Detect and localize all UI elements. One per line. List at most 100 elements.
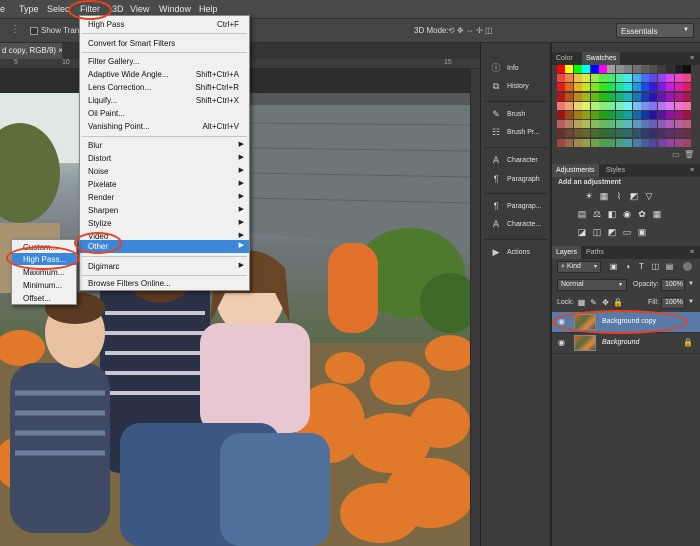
swatch[interactable] — [573, 138, 582, 147]
swatch[interactable] — [565, 138, 574, 147]
swatch[interactable] — [607, 83, 616, 92]
submenu-item-high-pass[interactable]: High Pass... — [12, 253, 76, 265]
swatch[interactable] — [599, 83, 607, 92]
swatch[interactable] — [565, 65, 574, 73]
swatch[interactable] — [582, 120, 591, 129]
swatch[interactable] — [557, 65, 565, 73]
swatch[interactable] — [641, 74, 649, 83]
swatch[interactable] — [582, 138, 591, 147]
swatch[interactable] — [590, 92, 599, 101]
filter-shape-icon[interactable]: ◫ — [651, 262, 660, 271]
trash-icon[interactable]: 🗑 — [684, 150, 694, 159]
swatch[interactable] — [599, 111, 607, 119]
eye-icon[interactable]: ◉ — [558, 318, 568, 326]
swatch[interactable] — [582, 92, 591, 101]
filter-menu-item-oil-paint[interactable]: Oil Paint... — [80, 107, 249, 120]
swatch[interactable] — [641, 129, 649, 138]
swatch[interactable] — [607, 65, 616, 73]
swatch[interactable] — [615, 92, 624, 101]
levels-icon[interactable]: ▦ — [599, 191, 609, 201]
menu-window[interactable]: Window — [159, 4, 191, 14]
swatch[interactable] — [649, 129, 658, 138]
swatch[interactable] — [674, 129, 683, 138]
swatch[interactable] — [565, 111, 574, 119]
submenu-item-custom[interactable]: Custom... — [12, 241, 76, 253]
filter-menu-item-liquify[interactable]: Liquify... Shift+Ctrl+X — [80, 94, 249, 107]
swatch[interactable] — [615, 129, 624, 138]
swatch[interactable] — [641, 111, 649, 119]
swatch[interactable] — [607, 138, 616, 147]
swatch[interactable] — [557, 111, 565, 119]
swatch[interactable] — [683, 101, 691, 110]
tab-swatches[interactable]: Swatches — [582, 52, 621, 65]
brightness-contrast-icon[interactable]: ☀ — [584, 191, 594, 201]
vibrance-icon[interactable]: ▽ — [644, 191, 654, 201]
dock-brush-presets-button[interactable]: ☷ Brush Pr... — [485, 124, 549, 142]
swatch[interactable] — [573, 74, 582, 83]
swatch[interactable] — [615, 74, 624, 83]
lock-image-icon[interactable]: ✎ — [589, 298, 598, 307]
filter-smart-object-icon[interactable]: ▤ — [665, 262, 674, 271]
panel-menu-icon[interactable]: ≡ — [688, 164, 696, 177]
posterize-icon[interactable]: ◫ — [592, 227, 602, 237]
swatch[interactable] — [674, 111, 683, 119]
swatch[interactable] — [624, 138, 633, 147]
swatch[interactable] — [590, 120, 599, 129]
swatch[interactable] — [666, 92, 675, 101]
swatch[interactable] — [632, 138, 641, 147]
swatch[interactable] — [649, 120, 658, 129]
swatch[interactable] — [657, 138, 666, 147]
swatch[interactable] — [649, 92, 658, 101]
swatch[interactable] — [565, 120, 574, 129]
swatch[interactable] — [632, 83, 641, 92]
swatch[interactable] — [582, 129, 591, 138]
swatch[interactable] — [607, 74, 616, 83]
swatch[interactable] — [657, 111, 666, 119]
swatch[interactable] — [582, 111, 591, 119]
blend-mode-select[interactable]: Normal ▼ — [557, 279, 627, 291]
swatch[interactable] — [657, 120, 666, 129]
tab-paths[interactable]: Paths — [582, 246, 608, 259]
dock-history-button[interactable]: ⧉ History — [485, 78, 549, 96]
swatch[interactable] — [683, 129, 691, 138]
swatch[interactable] — [632, 74, 641, 83]
swatch[interactable] — [607, 120, 616, 129]
swatch[interactable] — [657, 74, 666, 83]
filter-menu-item-digimarc[interactable]: Digimarc ▶ — [80, 260, 249, 273]
filter-menu-item-browse-online[interactable]: Browse Filters Online... — [80, 277, 249, 290]
swatch[interactable] — [632, 101, 641, 110]
swatch[interactable] — [624, 101, 633, 110]
swatch[interactable] — [649, 101, 658, 110]
document-tab[interactable]: d copy, RGB/8) × — [0, 43, 62, 59]
filter-menu-item-stylize[interactable]: Stylize ▶ — [80, 217, 249, 230]
swatch[interactable] — [683, 111, 691, 119]
swatch[interactable] — [565, 92, 574, 101]
submenu-item-maximum[interactable]: Maximum... — [12, 266, 76, 278]
vertical-scrollbar[interactable] — [470, 69, 480, 546]
swatch[interactable] — [683, 138, 691, 147]
swatch[interactable] — [632, 92, 641, 101]
swatch[interactable] — [615, 83, 624, 92]
swatch[interactable] — [674, 120, 683, 129]
swatch[interactable] — [674, 83, 683, 92]
swatch[interactable] — [615, 138, 624, 147]
filter-menu-item-convert-smart[interactable]: Convert for Smart Filters — [80, 37, 249, 50]
gradient-map-icon[interactable]: ▭ — [622, 227, 632, 237]
filter-menu-item-render[interactable]: Render ▶ — [80, 191, 249, 204]
swatch[interactable] — [557, 83, 565, 92]
swatch[interactable] — [590, 65, 599, 73]
tab-color[interactable]: Color — [552, 52, 577, 65]
show-transform-checkbox[interactable]: Show Tran — [30, 26, 79, 35]
swatch[interactable] — [666, 65, 675, 73]
swatch[interactable] — [557, 101, 565, 110]
filter-menu-item-pixelate[interactable]: Pixelate ▶ — [80, 178, 249, 191]
menu-filter[interactable]: Filter — [80, 4, 100, 14]
swatch[interactable] — [590, 138, 599, 147]
swatch[interactable] — [565, 129, 574, 138]
swatch[interactable] — [666, 83, 675, 92]
swatch[interactable] — [573, 120, 582, 129]
swatch[interactable] — [624, 65, 633, 73]
dock-paragraph-button[interactable]: ¶ Paragraph — [485, 171, 549, 189]
swatch[interactable] — [565, 83, 574, 92]
swatch[interactable] — [573, 101, 582, 110]
